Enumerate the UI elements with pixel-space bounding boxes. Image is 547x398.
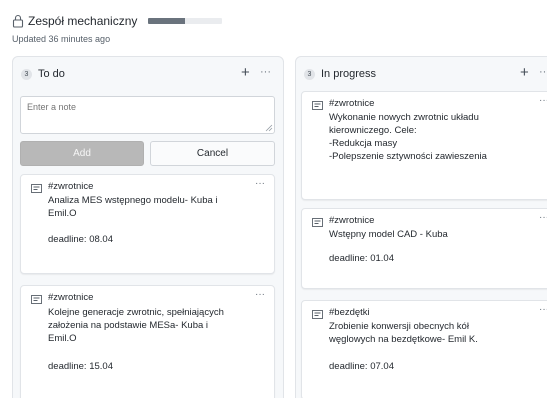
card-more-icon[interactable]: ···: [539, 304, 547, 315]
card-deadline: deadline: 07.04: [329, 361, 394, 372]
column-more-icon[interactable]: ···: [260, 66, 271, 78]
card-tag[interactable]: #zwrotnice: [48, 292, 93, 303]
column-header: 3 In progress: [296, 57, 547, 91]
column-to-do: 3 To do + ··· Add Cancel #zwrotnice ··· …: [12, 56, 284, 398]
note-icon: [312, 101, 323, 110]
add-card-plus-icon[interactable]: +: [520, 65, 529, 80]
updated-timestamp: Updated 36 minutes ago: [12, 34, 111, 44]
project-title-row: Zespół mechaniczny: [12, 13, 547, 29]
card-more-icon[interactable]: ···: [255, 178, 265, 189]
cancel-note-button[interactable]: Cancel: [150, 141, 275, 166]
column-count-badge: 3: [304, 68, 315, 80]
project-progress-fill: [148, 18, 186, 24]
card-tag[interactable]: #zwrotnice: [48, 181, 93, 192]
column-in-progress: 3 In progress + ··· #zwrotnice ··· Wykon…: [295, 56, 547, 398]
column-title: In progress: [321, 68, 377, 80]
project-header: Zespół mechaniczny Updated 36 minutes ag…: [12, 13, 547, 44]
card[interactable]: #bezdętki ··· Zrobienie konwersji obecny…: [301, 300, 547, 398]
card-more-icon[interactable]: ···: [255, 289, 265, 300]
column-count-badge: 3: [21, 68, 32, 80]
note-icon: [312, 218, 323, 227]
note-input[interactable]: [20, 96, 275, 134]
resize-grip-icon[interactable]: [265, 124, 273, 132]
card[interactable]: #zwrotnice ··· Wstępny model CAD - Kuba …: [301, 208, 547, 289]
add-note-button[interactable]: Add: [20, 141, 144, 166]
column-title: To do: [38, 68, 65, 80]
card-tag[interactable]: #zwrotnice: [329, 215, 374, 226]
column-more-icon[interactable]: ···: [539, 66, 547, 78]
card-deadline: deadline: 08.04: [48, 234, 113, 245]
card-body: Wykonanie nowych zwrotnic układu kierown…: [329, 112, 487, 162]
card-body: Kolejne generacje zwrotnic, spełniającyc…: [48, 307, 224, 344]
project-title[interactable]: Zespół mechaniczny: [28, 14, 137, 28]
add-card-plus-icon[interactable]: +: [241, 65, 250, 80]
note-icon: [31, 184, 42, 193]
card[interactable]: #zwrotnice ··· Wykonanie nowych zwrotnic…: [301, 91, 547, 200]
card-more-icon[interactable]: ···: [539, 95, 547, 106]
card-deadline: deadline: 01.04: [329, 253, 394, 264]
project-progress-bar: [148, 18, 223, 24]
card-tag[interactable]: #bezdętki: [329, 307, 370, 318]
lock-icon: [12, 14, 24, 28]
card-body: Zrobienie konwersji obecnych kół węglowy…: [329, 321, 478, 345]
note-icon: [31, 295, 42, 304]
card-more-icon[interactable]: ···: [539, 212, 547, 223]
card-tag[interactable]: #zwrotnice: [329, 98, 374, 109]
card-deadline: deadline: 15.04: [48, 361, 113, 372]
card[interactable]: #zwrotnice ··· Analiza MES wstępnego mod…: [20, 174, 275, 274]
card-body: Wstępny model CAD - Kuba: [329, 229, 448, 240]
note-icon: [312, 310, 323, 319]
card[interactable]: #zwrotnice ··· Kolejne generacje zwrotni…: [20, 285, 275, 398]
card-body: Analiza MES wstępnego modelu- Kuba i Emi…: [48, 195, 218, 219]
